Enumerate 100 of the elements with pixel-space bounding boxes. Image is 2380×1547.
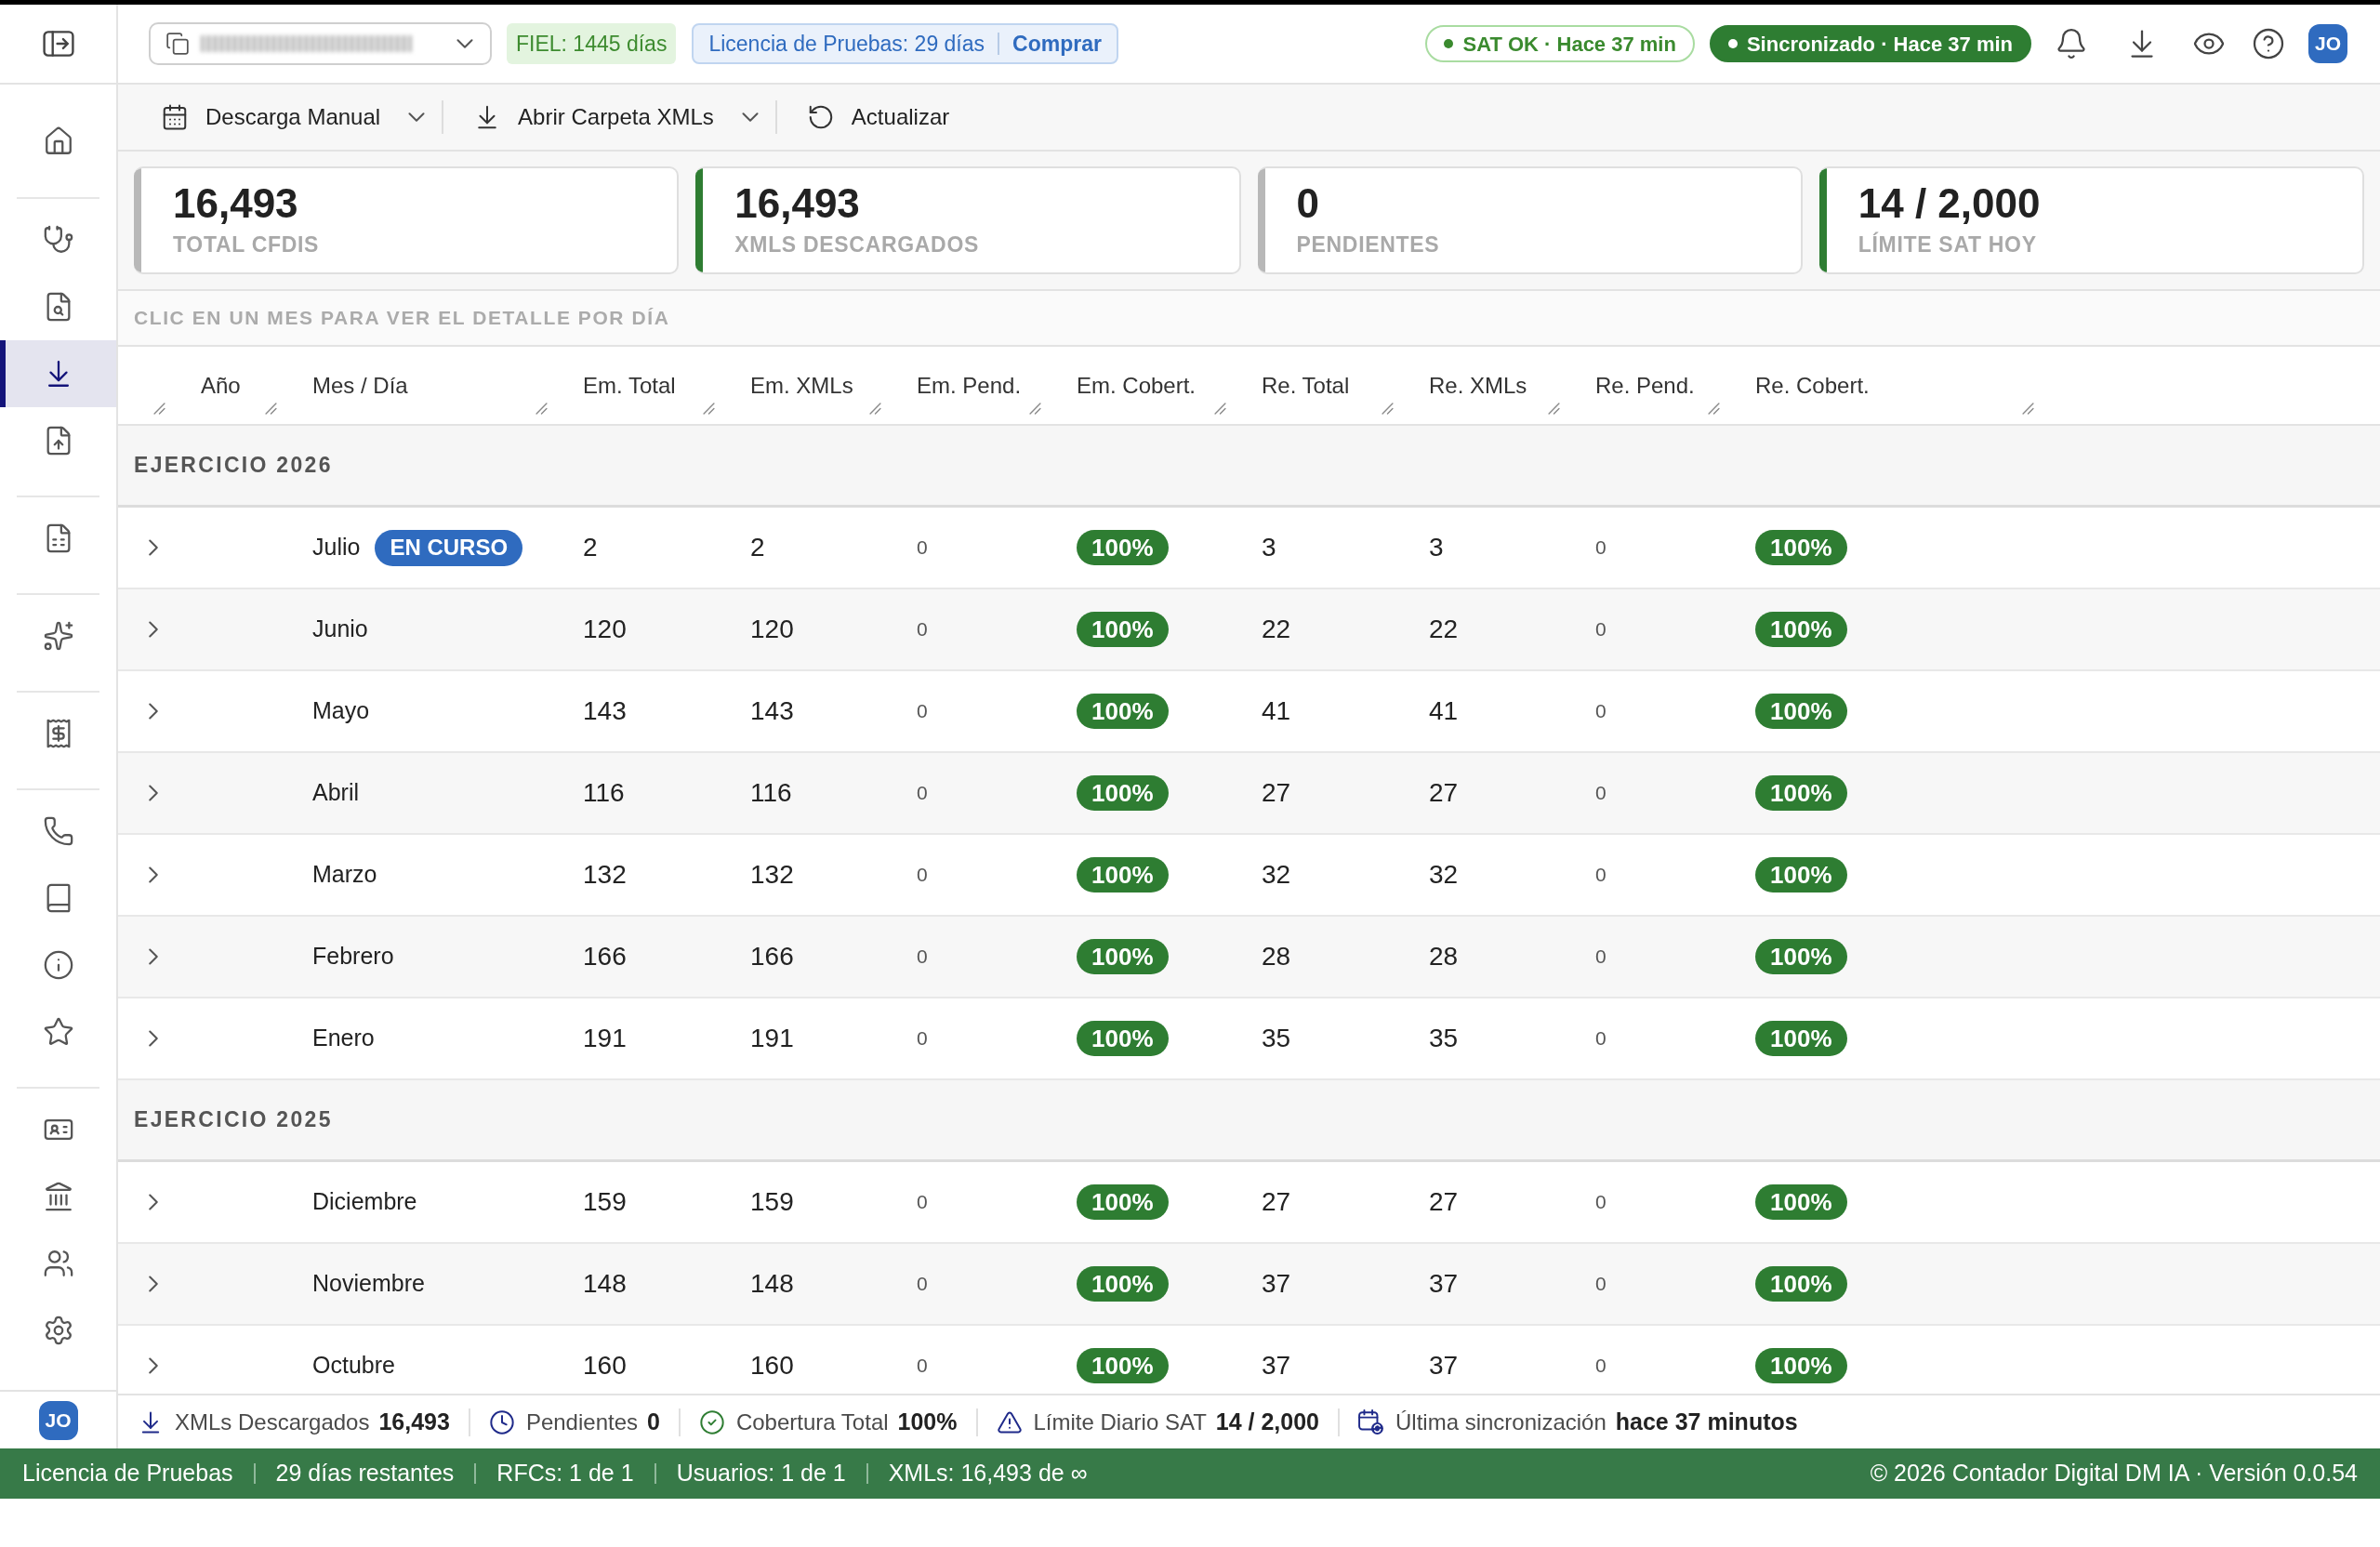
resize-grip-icon[interactable] [265, 403, 277, 415]
percentage-badge: 100% [1755, 1348, 1847, 1383]
status-text: RFCs: 1 de 1 [496, 1459, 634, 1488]
column-header: Em. XMLs [750, 371, 853, 400]
status-pill: SAT OK · Hace 37 min [1425, 25, 1695, 62]
resize-grip-icon[interactable] [1708, 403, 1720, 415]
stat-value: 16,493 [173, 179, 299, 228]
status-badge: EN CURSO [375, 529, 523, 566]
table-value: 0 [917, 536, 928, 561]
resize-grip-icon[interactable] [2022, 403, 2034, 415]
status-pill: Sincronizado · Hace 37 min [1709, 25, 2031, 62]
summary-label: Última sincronización [1395, 1408, 1606, 1436]
table-value: 116 [583, 777, 625, 809]
percentage-badge: 100% [1077, 1184, 1169, 1220]
stat-value: 14 / 2,000 [1858, 179, 2041, 228]
summary-value: hace 37 minutos [1615, 1407, 1798, 1436]
chevron-right-icon[interactable] [149, 1357, 158, 1374]
table-value: 143 [750, 695, 794, 727]
table-value: 32 [1429, 859, 1459, 891]
table-value: 41 [1429, 695, 1459, 727]
toolbar-button[interactable]: Actualizar [806, 95, 950, 139]
table-value: 0 [917, 699, 928, 724]
table-row[interactable]: Noviembre 148 148 0 100% 37 37 0 100% [118, 1244, 2380, 1326]
stat-label: PENDIENTES [1296, 231, 1440, 258]
buy-link[interactable]: Comprar [1012, 27, 1102, 60]
chevron-right-icon[interactable] [149, 948, 158, 965]
sidebar-item[interactable] [0, 340, 116, 407]
table-value: 0 [1595, 1272, 1606, 1297]
chevron-right-icon[interactable] [149, 1030, 158, 1047]
month-name: Diciembre [312, 1187, 417, 1217]
chevron-right-icon[interactable] [149, 703, 158, 720]
chevron-right-icon[interactable] [149, 785, 158, 801]
chevron-right-icon[interactable] [149, 539, 158, 556]
clock-icon [488, 1408, 515, 1435]
summary-label: Cobertura Total [735, 1408, 889, 1436]
stat-value: 16,493 [734, 179, 861, 228]
table-row[interactable]: Junio 120 120 0 100% 22 22 0 100% [118, 589, 2380, 671]
user-avatar[interactable]: JO [38, 1400, 78, 1440]
column-header: Re. Cobert. [1755, 371, 1870, 400]
check-circle-icon [698, 1408, 725, 1435]
toolbar-button[interactable]: Abrir Carpeta XMLs [473, 95, 759, 139]
fiel-status-badge: FIEL: 1445 días [507, 23, 677, 64]
panel-toggle-icon[interactable] [42, 31, 74, 57]
column-header: Em. Cobert. [1077, 371, 1197, 400]
column-header: Mes / Día [312, 371, 408, 400]
table-value: 0 [1595, 1026, 1606, 1051]
table-value: 3 [1262, 532, 1276, 563]
help-icon[interactable] [2252, 27, 2285, 60]
chevron-right-icon[interactable] [149, 1194, 158, 1210]
chevron-down-icon [456, 39, 473, 48]
table-value: 32 [1262, 859, 1291, 891]
table-value: 0 [1595, 945, 1606, 970]
table-value: 148 [750, 1268, 794, 1300]
month-name: Marzo [312, 860, 377, 890]
resize-grip-icon[interactable] [869, 403, 881, 415]
percentage-badge: 100% [1755, 1266, 1847, 1302]
percentage-badge: 100% [1755, 694, 1847, 729]
table-value: 0 [917, 945, 928, 970]
table-value: 3 [1429, 532, 1444, 563]
table-value: 143 [583, 695, 627, 727]
chevron-right-icon[interactable] [149, 866, 158, 883]
column-header: Re. Pend. [1595, 371, 1695, 400]
month-name: Febrero [312, 942, 394, 972]
copy-icon [165, 32, 190, 56]
resize-grip-icon[interactable] [153, 403, 165, 415]
table-row[interactable]: Abril 116 116 0 100% 27 27 0 100% [118, 753, 2380, 835]
month-name: Enero [312, 1024, 375, 1053]
stat-label: XMLS DESCARGADOS [734, 231, 980, 258]
resize-grip-icon[interactable] [703, 403, 715, 415]
table-value: 27 [1429, 777, 1459, 809]
summary-value: 14 / 2,000 [1215, 1407, 1319, 1436]
table-value: 0 [1595, 699, 1606, 724]
percentage-badge: 100% [1755, 857, 1847, 892]
status-text: 29 días restantes [275, 1459, 455, 1488]
bell-icon[interactable] [2055, 27, 2088, 60]
percentage-badge: 100% [1077, 530, 1169, 565]
table-value: 2 [750, 532, 765, 563]
chevron-right-icon[interactable] [149, 1276, 158, 1292]
table-value: 0 [917, 863, 928, 888]
column-header: Em. Pend. [917, 371, 1022, 400]
chevron-right-icon[interactable] [149, 621, 158, 638]
stat-label: LÍMITE SAT HOY [1858, 231, 2038, 258]
percentage-badge: 100% [1077, 857, 1169, 892]
column-header: Em. Total [583, 371, 676, 400]
resize-grip-icon[interactable] [1214, 403, 1226, 415]
percentage-badge: 100% [1755, 530, 1847, 565]
table-value: 22 [1429, 614, 1459, 645]
table-row[interactable]: Febrero 166 166 0 100% 28 28 0 100% [118, 917, 2380, 998]
star-icon [42, 1016, 74, 1048]
stat-label: TOTAL CFDIS [173, 231, 320, 258]
resize-grip-icon[interactable] [1382, 403, 1394, 415]
resize-grip-icon[interactable] [536, 403, 548, 415]
calendar-sync-icon [1358, 1408, 1384, 1435]
resize-grip-icon[interactable] [1548, 403, 1560, 415]
resize-grip-icon[interactable] [1029, 403, 1041, 415]
users-icon [42, 1248, 74, 1279]
toolbar-button[interactable]: Descarga Manual [161, 95, 426, 139]
user-avatar[interactable]: JO [2308, 24, 2347, 63]
status-text: Licencia de Pruebas [22, 1459, 233, 1488]
table-value: 159 [583, 1186, 627, 1218]
